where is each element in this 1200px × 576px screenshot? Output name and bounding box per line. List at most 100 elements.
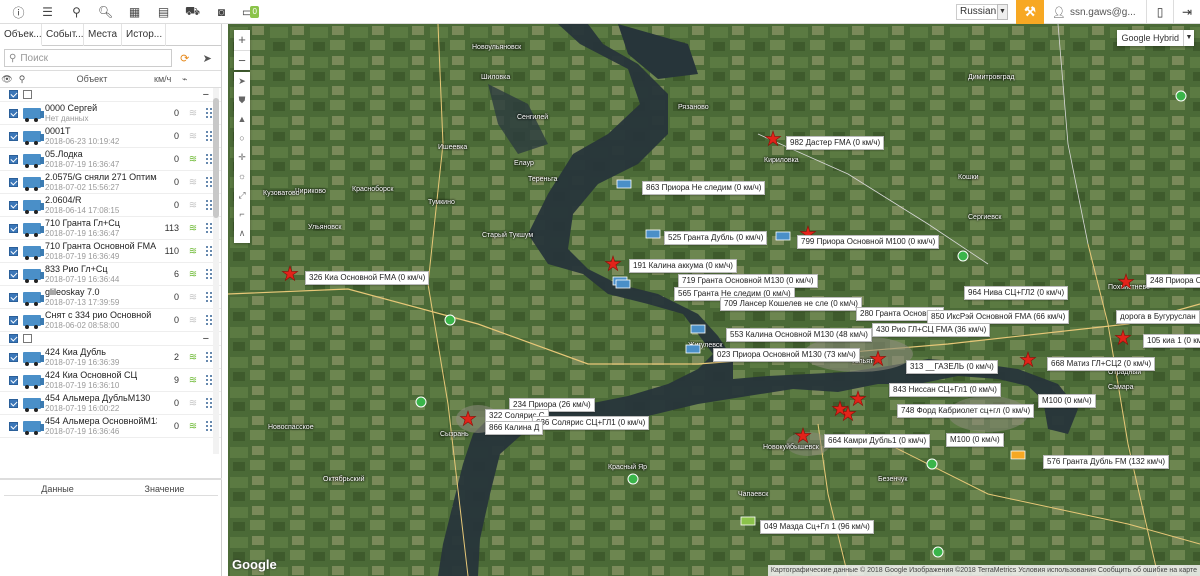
road-icon[interactable]: ▲ [234,110,250,129]
vehicle-label[interactable]: 049 Мазда Сц+Гл 1 (96 км/ч) [760,520,874,534]
vehicle-label[interactable]: 668 Матиз ГЛ+СЦ2 (0 км/ч) [1047,357,1156,371]
stopped-vehicle-marker[interactable] [281,265,299,282]
row-checkbox[interactable] [9,177,18,187]
zoom-in-button[interactable]: + [234,30,250,50]
car-icon[interactable]: ⛟ [178,0,207,24]
stopped-vehicle-marker[interactable] [869,350,887,367]
mobile-icon[interactable]: ▯ [1147,0,1173,24]
search-icon[interactable]: 🔍︎ [91,0,120,24]
search-input[interactable]: ⚲ Поиск [4,49,172,67]
row-checkbox[interactable] [9,315,18,325]
vehicle-label[interactable]: 719 Гранта Основной М130 (0 км/ч) [678,274,818,288]
row-checkbox[interactable] [9,375,18,385]
map-view[interactable]: Новоульяновск Шиловка Сенгилей Елаур Тереньг… [228,24,1200,576]
vehicle-label[interactable]: М100 (0 км/ч) [1038,394,1096,408]
info-icon[interactable]: ⓘ [4,0,33,24]
book-icon[interactable]: ▤ [149,0,178,24]
bulb-icon[interactable]: ☼ [234,167,250,186]
camera-icon[interactable]: ◙ [207,0,236,24]
moving-vehicle-marker[interactable] [645,229,661,239]
stopped-vehicle-marker[interactable] [764,130,782,147]
stopped-vehicle-marker[interactable] [849,390,867,407]
user-menu[interactable]: 👤︎ ssn.gaws@g... [1052,6,1146,19]
moving-vehicle-marker[interactable] [775,231,791,241]
column-object[interactable]: Объект [30,74,154,84]
vehicle-label[interactable]: 191 Калина аккума (0 км/ч) [629,259,737,273]
table-row[interactable]: 710 Гранта Основной FMA 2018-07-19 16:36:… [0,240,221,263]
scrollbar[interactable] [213,88,219,454]
vehicle-label[interactable]: 023 Приора Основной М130 (73 км/ч) [713,348,860,362]
tab-events[interactable]: Событ... [42,24,84,46]
row-checkbox[interactable] [9,108,18,118]
vehicle-label[interactable]: 863 Приора Не следим (0 км/ч) [642,181,766,195]
vehicle-label[interactable]: 748 Форд Кабриолет сц+гл (0 км/ч) [897,404,1035,418]
table-row[interactable]: 05.Лодка 2018-07-19 16:36:47 0 ≋ [0,148,221,171]
tab-objects[interactable]: Объек... [0,24,42,46]
table-row[interactable]: 2.0604/R 2018-06-14 17:08:15 0 ≋ [0,194,221,217]
vehicle-label[interactable]: 866 Калина Д [485,421,544,435]
table-row[interactable]: 454 Альмера ДубльМ130 2018-07-19 16:00:22… [0,392,221,415]
table-row[interactable]: 424 Киа Дубль 2018-07-19 16:36:39 2 ≋ [0,346,221,369]
measure-icon[interactable]: ∧ [234,224,250,243]
settings-button[interactable]: ⚒ [1016,0,1044,24]
table-row[interactable]: 2.0575/G сняли 271 Оптима 2018-07-02 15:5… [0,171,221,194]
row-checkbox[interactable] [9,421,18,431]
map-attribution[interactable]: Картографические данные © 2018 Google Из… [767,565,1200,576]
moving-vehicle-marker[interactable] [615,279,631,289]
row-checkbox[interactable] [9,246,18,256]
vehicle-label[interactable]: 799 Приора Основной М100 (0 км/ч) [797,235,940,249]
sliders-icon[interactable]: ☰ [33,0,62,24]
row-checkbox[interactable] [9,352,18,362]
row-checkbox[interactable] [9,223,18,233]
map-type-select[interactable]: Google Hybrid ▼ [1117,30,1194,46]
tab-history[interactable]: Истор... [122,24,166,46]
group-checkbox[interactable] [9,90,18,99]
row-checkbox[interactable] [9,200,18,210]
vehicle-label[interactable]: дорога в Бугуруслан [1116,310,1200,324]
logout-icon[interactable]: ⇥ [1174,0,1200,24]
stopped-vehicle-marker[interactable] [794,427,812,444]
stopped-vehicle-marker[interactable] [1117,273,1135,290]
place-marker[interactable] [1175,90,1187,102]
moving-vehicle-marker[interactable] [685,344,701,354]
vehicle-label[interactable]: 105 киа 1 (0 км/ч) [1143,334,1200,348]
column-speed[interactable]: км/ч [154,74,182,84]
tag-icon[interactable]: ▭ 0 [236,0,265,24]
row-checkbox[interactable] [9,292,18,302]
tab-places[interactable]: Места [84,24,122,46]
vehicle-label[interactable]: 664 Камри Дубль1 (0 км/ч) [824,434,931,448]
table-row[interactable]: 0001Т 2018-06-23 10:19:42 0 ≋ [0,125,221,148]
chart-icon[interactable]: ▦ [120,0,149,24]
fullscreen-icon[interactable]: ⤢ [234,186,250,205]
circle-icon[interactable]: ○ [234,129,250,148]
language-select[interactable]: Russian ▼ [956,4,1008,20]
moving-vehicle-marker[interactable] [1010,450,1026,460]
stopped-vehicle-marker[interactable] [1019,351,1037,368]
table-row[interactable]: 454 Альмера ОсновнойМ13(2018-07-19 16:36… [0,415,221,438]
vehicle-label[interactable]: 850 ИксРэй Основной FMA (66 км/ч) [927,310,1070,324]
vehicle-label[interactable]: 553 Калина Основной М130 (48 км/ч) [726,328,872,342]
zoom-out-button[interactable]: − [234,50,250,70]
vehicle-label[interactable]: 843 Ниссан СЦ+Гл1 (0 км/ч) [889,383,1001,397]
moving-vehicle-marker[interactable] [616,179,632,189]
group-checkbox[interactable] [9,334,18,343]
group-visibility-checkbox[interactable] [23,334,32,343]
locate-button[interactable]: ➤ [198,49,218,67]
place-marker[interactable] [932,546,944,558]
vehicle-label[interactable]: 248 Приора Ос [1146,274,1200,288]
row-checkbox[interactable] [9,131,18,141]
shield-icon[interactable]: ⛊ [234,91,250,110]
stopped-vehicle-marker[interactable] [459,410,477,427]
table-row[interactable]: glileoskay 7.0 2018-07-13 17:39:59 0 ≋ [0,286,221,309]
moving-vehicle-marker[interactable] [690,324,706,334]
ruler-icon[interactable]: ⌐ [234,205,250,224]
vehicle-label[interactable]: 709 Лансер Кошелев не сле (0 км/ч) [720,297,862,311]
scrollbar-thumb[interactable] [213,98,219,218]
collapse-button[interactable]: − [203,333,209,345]
table-row[interactable]: 710 Гранта Гл+Сц 2018-07-19 16:36:47 113 ≋ [0,217,221,240]
vehicle-label[interactable]: 326 Киа Основной FMA (0 км/ч) [305,271,430,285]
panel-splitter[interactable] [0,478,222,480]
vehicle-label[interactable]: 313 __ГАЗЕЛЬ (0 км/ч) [906,360,998,374]
row-checkbox[interactable] [9,154,18,164]
vehicle-label[interactable]: 636 Солярис СЦ+ГЛ1 (0 км/ч) [532,416,650,430]
